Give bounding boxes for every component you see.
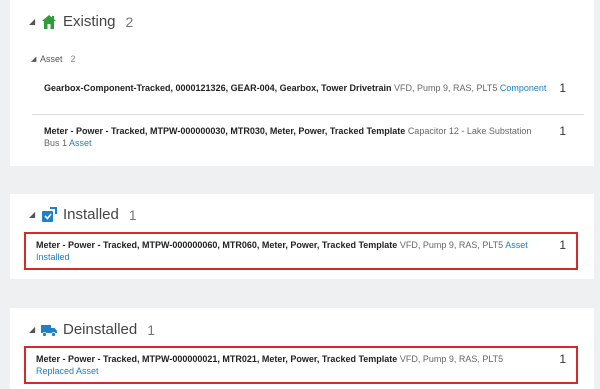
collapse-triangle-icon[interactable]: ◢ [31, 55, 40, 63]
group-title: Installed [63, 206, 119, 223]
item-type-link[interactable]: Replaced Asset [36, 366, 99, 376]
item-location: VFD, Pump 9, RAS, PLT5 [393, 83, 498, 93]
item-quantity: 1 [559, 124, 566, 138]
truck-icon [41, 324, 57, 337]
group-count: 1 [147, 321, 156, 338]
item-type-link[interactable]: Asset [69, 138, 92, 148]
item-name: Meter - Power - Tracked, MTPW-000000021,… [36, 354, 398, 364]
item-location: VFD, Pump 9, RAS, PLT5 [399, 354, 504, 364]
item-quantity: 1 [559, 238, 566, 252]
collapse-triangle-icon[interactable]: ◢ [29, 17, 39, 26]
collapse-triangle-icon[interactable]: ◢ [29, 210, 39, 219]
group-header-deinstalled[interactable]: ◢ Deinstalled 1 [29, 321, 155, 338]
subgroup-header-asset[interactable]: ◢ Asset 2 [31, 54, 76, 64]
list-item[interactable]: Meter - Power - Tracked, MTPW-000000060,… [24, 232, 578, 270]
divider [32, 114, 584, 115]
group-title: Existing [63, 13, 116, 30]
house-icon [42, 14, 56, 29]
installed-panel: ◢ Installed 1 Meter - Power - Tracked, M… [10, 194, 594, 279]
list-item[interactable]: Meter - Power - Tracked, MTPW-000000021,… [24, 346, 578, 384]
group-title: Deinstalled [63, 321, 138, 338]
item-location: VFD, Pump 9, RAS, PLT5 [399, 240, 504, 250]
list-item[interactable]: Meter - Power - Tracked, MTPW-000000030,… [44, 125, 574, 149]
list-item[interactable]: Gearbox-Component-Tracked, 0000121326, G… [44, 82, 574, 94]
item-quantity: 1 [559, 81, 566, 95]
group-header-existing[interactable]: ◢ Existing 2 [29, 13, 133, 30]
existing-panel: ◢ Existing 2 ◢ Asset 2 Gearbox-Component… [10, 0, 594, 166]
group-header-installed[interactable]: ◢ Installed 1 [29, 206, 137, 223]
subgroup-label: Asset [40, 54, 63, 64]
item-name: Meter - Power - Tracked, MTPW-000000060,… [36, 240, 398, 250]
item-type-link[interactable]: Component [500, 83, 547, 93]
subgroup-count: 2 [70, 54, 76, 64]
item-quantity: 1 [559, 352, 566, 366]
deinstalled-panel: ◢ Deinstalled 1 Meter - Power - Tracked,… [10, 308, 594, 389]
group-count: 1 [128, 206, 137, 223]
item-name: Meter - Power - Tracked, MTPW-000000030,… [44, 126, 406, 136]
installed-icon [42, 206, 57, 222]
group-count: 2 [125, 13, 134, 30]
collapse-triangle-icon[interactable]: ◢ [29, 325, 39, 334]
item-name: Gearbox-Component-Tracked, 0000121326, G… [44, 83, 392, 93]
